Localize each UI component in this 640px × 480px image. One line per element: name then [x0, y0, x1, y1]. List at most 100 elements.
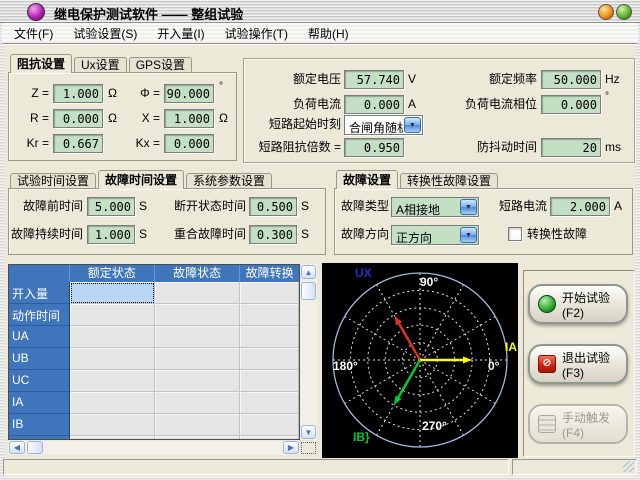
short-circuit-start-select[interactable]: 合闸角随机 ▼: [344, 115, 423, 135]
table-grid[interactable]: 额定状态 故障状态 故障转换 开入量 动作时间 UA: [8, 264, 300, 440]
z-unit: Ω: [108, 84, 117, 103]
table-cell[interactable]: [240, 282, 299, 304]
menu-item-input-quantity[interactable]: 开入量(I): [147, 23, 214, 44]
fault-duration-unit: S: [139, 225, 147, 244]
short-circuit-current-field[interactable]: 2.000: [550, 197, 610, 216]
anti-jitter-unit: ms: [605, 138, 621, 157]
table-cell[interactable]: [70, 392, 155, 414]
menu-item-file[interactable]: 文件(F): [4, 23, 63, 44]
table-cell[interactable]: [70, 304, 155, 326]
exit-test-button[interactable]: 退出试验(F3): [528, 344, 628, 384]
table-cell[interactable]: [155, 370, 240, 392]
table-cell[interactable]: [70, 370, 155, 392]
tab-fault-time-settings[interactable]: 故障时间设置: [98, 170, 184, 189]
pre-fault-time-field[interactable]: 5.000: [87, 197, 135, 216]
phasor-label: 180°: [333, 360, 358, 372]
table-cell[interactable]: [240, 370, 299, 392]
window-title: 继电保护测试软件 —— 整组试验: [54, 4, 243, 23]
menu-item-help[interactable]: 帮助(H): [298, 23, 359, 44]
kx-field[interactable]: 0.000: [164, 134, 214, 153]
column-header-fault-state[interactable]: 故障状态: [155, 265, 240, 282]
table-cell[interactable]: [70, 348, 155, 370]
row-header-ib[interactable]: IB: [9, 414, 70, 436]
scroll-left-icon[interactable]: ◀: [9, 441, 25, 454]
tab-gps-settings[interactable]: GPS设置: [129, 57, 192, 73]
window-titlebar[interactable]: 继电保护测试软件 —— 整组试验: [0, 0, 640, 23]
table-cell[interactable]: [70, 414, 155, 436]
table-vertical-scrollbar[interactable]: ▲ ▼: [300, 264, 317, 440]
short-circuit-start-value: 合闸角随机: [345, 116, 403, 134]
table-cell[interactable]: [240, 326, 299, 348]
column-header-fault-convert[interactable]: 故障转换: [240, 265, 299, 282]
row-header-ia[interactable]: IA: [9, 392, 70, 414]
fault-direction-select[interactable]: 正方向 ▼: [391, 225, 479, 245]
fault-direction-value: 正方向: [392, 226, 459, 244]
status-table: 额定状态 故障状态 故障转换 开入量 动作时间 UA: [8, 264, 317, 455]
fault-duration-field[interactable]: 1.000: [87, 225, 135, 244]
table-cell[interactable]: [155, 282, 240, 304]
vertical-scroll-thumb[interactable]: [301, 282, 316, 300]
tab-test-time-settings[interactable]: 试验时间设置: [10, 173, 96, 189]
chevron-down-icon[interactable]: ▼: [404, 117, 421, 133]
load-current-phase-field[interactable]: 0.000: [541, 95, 601, 114]
table-cell[interactable]: [155, 348, 240, 370]
rated-frequency-field[interactable]: 50.000: [541, 70, 601, 89]
resize-grip[interactable]: [623, 461, 634, 472]
row-header-ua[interactable]: UA: [9, 326, 70, 348]
x-unit: Ω: [219, 109, 228, 128]
table-cell-selected[interactable]: [70, 282, 155, 304]
row-header-ic[interactable]: IC: [9, 436, 70, 440]
table-cell[interactable]: [155, 392, 240, 414]
rated-frequency-unit: Hz: [605, 70, 620, 89]
table-cell[interactable]: [240, 436, 299, 440]
fault-type-select[interactable]: A相接地 ▼: [391, 197, 479, 217]
table-cell[interactable]: [155, 326, 240, 348]
tab-impedance-settings[interactable]: 阻抗设置: [10, 54, 72, 73]
row-header-ub[interactable]: UB: [9, 348, 70, 370]
anti-jitter-field[interactable]: 20: [541, 138, 601, 157]
load-current-phase-label: 负荷电流相位: [394, 95, 537, 114]
table-cell[interactable]: [155, 304, 240, 326]
load-current-phase-unit: °: [605, 91, 609, 110]
scroll-up-icon[interactable]: ▲: [301, 265, 316, 279]
horizontal-scroll-thumb[interactable]: [27, 441, 43, 454]
window-close-button[interactable]: [616, 4, 632, 20]
scroll-down-icon[interactable]: ▼: [301, 425, 316, 439]
table-horizontal-scrollbar[interactable]: ◀ ▶: [8, 441, 300, 455]
kr-field[interactable]: 0.667: [53, 134, 103, 153]
tab-system-param-settings[interactable]: 系统参数设置: [186, 173, 272, 189]
window-minimize-button[interactable]: [598, 4, 614, 20]
open-state-time-field[interactable]: 0.500: [249, 197, 297, 216]
scroll-right-icon[interactable]: ▶: [283, 441, 299, 454]
table-cell[interactable]: [155, 436, 240, 440]
tab-fault-settings[interactable]: 故障设置: [336, 170, 398, 189]
table-cell[interactable]: [240, 348, 299, 370]
phi-label: Φ =: [122, 84, 160, 103]
row-header-action-time[interactable]: 动作时间: [9, 304, 70, 326]
row-header-uc[interactable]: UC: [9, 370, 70, 392]
tab-ux-settings[interactable]: Ux设置: [74, 57, 127, 73]
table-cell[interactable]: [240, 304, 299, 326]
start-test-button[interactable]: 开始试验(F2): [528, 284, 628, 324]
table-cell[interactable]: [240, 414, 299, 436]
fault-tab-body: 故障类型 A相接地 ▼ 短路电流 2.000 A 故障方向 正方向 ▼ 转换性故…: [334, 188, 633, 255]
table-cell[interactable]: [155, 414, 240, 436]
r-field[interactable]: 0.000: [53, 109, 103, 128]
tab-convert-fault-settings[interactable]: 转换性故障设置: [400, 173, 498, 189]
row-header-input[interactable]: 开入量: [9, 282, 70, 304]
table-cell[interactable]: [240, 392, 299, 414]
table-cell[interactable]: [70, 436, 155, 440]
menu-item-test-operation[interactable]: 试验操作(T): [215, 23, 298, 44]
chevron-down-icon[interactable]: ▼: [460, 227, 477, 243]
convert-fault-checkbox[interactable]: [508, 227, 522, 241]
table-cell[interactable]: [70, 326, 155, 348]
column-header-rated-state[interactable]: 额定状态: [70, 265, 155, 282]
x-field[interactable]: 1.000: [164, 109, 214, 128]
reclose-fault-time-field[interactable]: 0.300: [249, 225, 297, 244]
phi-field[interactable]: 90.000: [164, 84, 214, 103]
z-field[interactable]: 1.000: [53, 84, 103, 103]
chevron-down-icon[interactable]: ▼: [460, 199, 477, 215]
exit-test-label: 退出试验(F3): [562, 349, 626, 380]
menu-item-test-settings[interactable]: 试验设置(S): [63, 23, 147, 44]
table-row: UB: [9, 348, 299, 370]
